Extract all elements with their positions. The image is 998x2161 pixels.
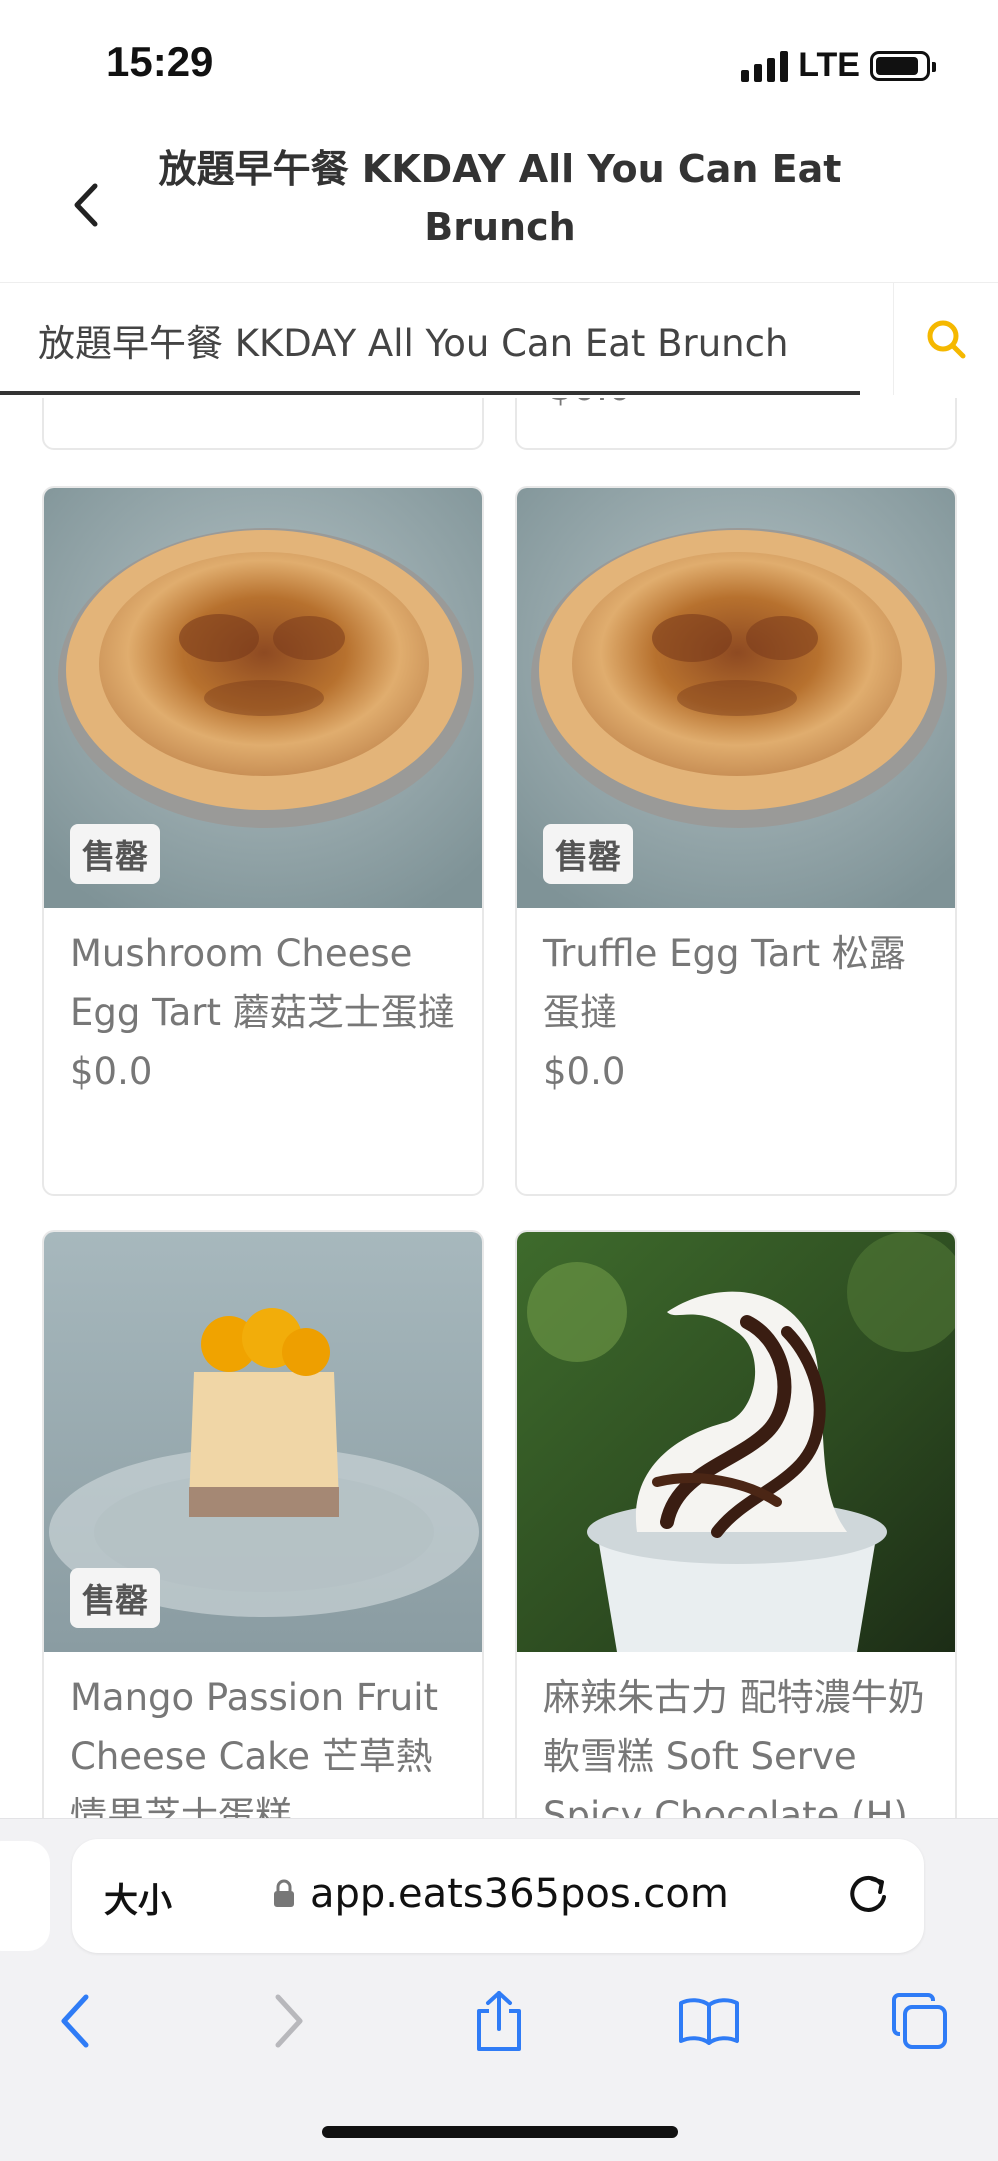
product-name-text: Truffle Egg Tart 松露蛋撻 [543,932,906,1034]
search-bar: 放題早午餐 KKDAY All You Can Eat Brunch [0,283,998,398]
product-price: $0.0 [549,398,631,409]
back-chevron-icon [74,183,98,227]
address-bar[interactable]: 大小 app.eats365pos.com [72,1839,924,1953]
tabs-icon [892,1993,947,2049]
share-icon [477,1991,521,2051]
lock-icon [274,1879,294,1907]
search-input-value: 放題早午餐 KKDAY All You Can Eat Brunch [38,322,789,365]
product-price: $0.0 [543,1050,626,1093]
status-bar: 15:29 LTE [0,0,998,130]
url-display[interactable]: app.eats365pos.com [272,1871,729,1917]
network-label: LTE [798,46,860,84]
sold-out-badge: 售罄 [70,1568,160,1628]
search-icon [927,320,966,359]
page-header: 放題早午餐 KKDAY All You Can Eat Brunch [0,130,998,283]
previous-tab-preview[interactable] [0,1841,50,1951]
status-indicators: LTE [741,46,936,85]
product-card[interactable]: 售罄 Mushroom Cheese Egg Tart 蘑菇芝士蛋撻 $0.0 [42,486,484,1196]
product-name-text: 麻辣朱古力 配特濃牛奶軟雪糕 Soft Serve Spicy Chocolat… [543,1676,925,1818]
tabs-button[interactable] [874,1971,964,2071]
forward-nav-button[interactable] [244,1971,334,2071]
search-button[interactable] [893,283,998,395]
product-name-text: Mango Passion Fruit Cheese Cake 芒草熱情果芝士蛋… [70,1676,438,1818]
product-name: Truffle Egg Tart 松露蛋撻 $0.0 [543,924,935,1101]
bookmarks-button[interactable] [664,1971,754,2071]
signal-icon [741,50,789,82]
sold-out-badge: 售罄 [543,824,633,884]
product-image [517,1232,955,1652]
home-indicator [322,2126,678,2138]
product-name: 麻辣朱古力 配特濃牛奶軟雪糕 Soft Serve Spicy Chocolat… [543,1668,935,1818]
product-grid: $0.0 售罄 [0,398,998,1818]
sold-out-badge: 售罄 [70,824,160,884]
page-title: 放題早午餐 KKDAY All You Can Eat Brunch [158,147,842,249]
product-name: Mango Passion Fruit Cheese Cake 芒草熱情果芝士蛋… [70,1668,462,1818]
product-card-partial[interactable]: $0.0 [515,398,957,450]
product-price: $0.0 [70,1050,153,1093]
product-card[interactable]: 售罄 Truffle Egg Tart 松露蛋撻 $0.0 [515,486,957,1196]
product-name-text: Mushroom Cheese Egg Tart 蘑菇芝士蛋撻 [70,932,455,1034]
reload-icon[interactable] [842,1869,894,1921]
url-text: app.eats365pos.com [310,1871,729,1917]
product-card[interactable]: 售罄 Mango Passion Fruit Cheese Cake 芒草熱情果… [42,1230,484,1818]
product-name: Mushroom Cheese Egg Tart 蘑菇芝士蛋撻 $0.0 [70,924,462,1101]
soft-serve-image [517,1232,955,1652]
back-arrow-icon [61,1994,89,2048]
share-button[interactable] [454,1971,544,2071]
product-card[interactable]: 麻辣朱古力 配特濃牛奶軟雪糕 Soft Serve Spicy Chocolat… [515,1230,957,1818]
forward-arrow-icon [275,1994,303,2048]
text-size-button[interactable]: 大小 [104,1873,172,1922]
product-card-partial[interactable] [42,398,484,450]
back-nav-button[interactable] [30,1971,120,2071]
search-input[interactable]: 放題早午餐 KKDAY All You Can Eat Brunch [0,283,860,395]
battery-icon [870,50,936,81]
browser-bottom-bar: 大小 app.eats365pos.com [0,1818,998,2161]
bookmarks-icon [679,1998,739,2045]
back-button[interactable] [56,170,116,240]
status-time: 15:29 [106,38,214,85]
